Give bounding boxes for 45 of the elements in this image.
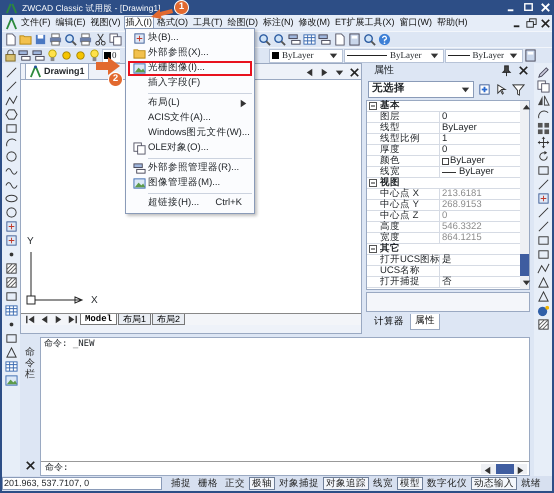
menu-item-label: 布局(L) bbox=[148, 98, 181, 109]
section-title: 其它 bbox=[379, 244, 401, 254]
property-name: UCS名称 bbox=[378, 266, 440, 276]
axis-label: X bbox=[91, 295, 98, 306]
property-name: 线型 bbox=[378, 123, 440, 133]
coordinates-field: 201.963, 537.7107, 0 bbox=[2, 477, 162, 490]
menu-item-label: ACIS文件(A)... bbox=[148, 113, 212, 124]
command-history-line: 命令: _NEW bbox=[44, 340, 96, 350]
menu-item-label: 外部参照管理器(R)... bbox=[148, 163, 240, 174]
menu-item-label: 超链接(H)... bbox=[148, 198, 200, 209]
step-number-badge: 1 bbox=[174, 0, 189, 15]
menu-item-label: 插入字段(F) bbox=[148, 78, 202, 89]
property-name: 线型比例 bbox=[378, 134, 440, 144]
section-title: 视图 bbox=[378, 178, 401, 188]
dropdown-value: 无选择 bbox=[372, 83, 405, 95]
property-name: 中心点 Y bbox=[378, 200, 440, 210]
menu-item-label: 图像管理器(M)... bbox=[148, 178, 222, 189]
property-name: 高度 bbox=[378, 222, 440, 232]
dropdown-value: ByLayer bbox=[472, 50, 504, 60]
menu-item-label: 块(B)... bbox=[148, 33, 180, 44]
property-name: 打开捕捉 bbox=[378, 277, 440, 287]
panel-title: 属性 bbox=[374, 65, 395, 76]
panel-label: 命令栏 bbox=[25, 347, 35, 380]
property-name: 颜色 bbox=[378, 156, 440, 166]
property-name: 打开UCS图标 bbox=[378, 255, 440, 265]
window-title: ZWCAD Classic 试用版 - [Drawing1] bbox=[22, 2, 160, 12]
property-name: 中心点 Z bbox=[378, 211, 440, 221]
property-name: 中心点 X bbox=[378, 189, 440, 199]
property-name: 厚度 bbox=[378, 145, 440, 155]
status-text: 就绪 bbox=[520, 477, 542, 490]
shortcut-text: Ctrl+K bbox=[215, 198, 242, 209]
command-prompt: 命令: bbox=[45, 464, 68, 474]
section-title: 基本 bbox=[379, 101, 401, 111]
axis-label: Y bbox=[27, 236, 34, 247]
dropdown-value: ByLayer bbox=[282, 50, 314, 60]
dropdown-value: ByLayer bbox=[390, 50, 422, 60]
menu-item-label: Windows图元文件(W)... bbox=[148, 128, 250, 139]
menu-item-label: 光栅图像(I)... bbox=[148, 63, 206, 74]
property-name: 宽度 bbox=[378, 233, 440, 243]
menu-item-label: 外部参照(X)... bbox=[148, 48, 210, 59]
tab-title: Drawing1 bbox=[44, 66, 85, 76]
layer-name: 0 bbox=[112, 50, 116, 60]
property-name: 图层 bbox=[378, 112, 440, 122]
property-name: 线宽 bbox=[378, 167, 440, 177]
menu-item-label: OLE对象(O)... bbox=[148, 143, 210, 154]
